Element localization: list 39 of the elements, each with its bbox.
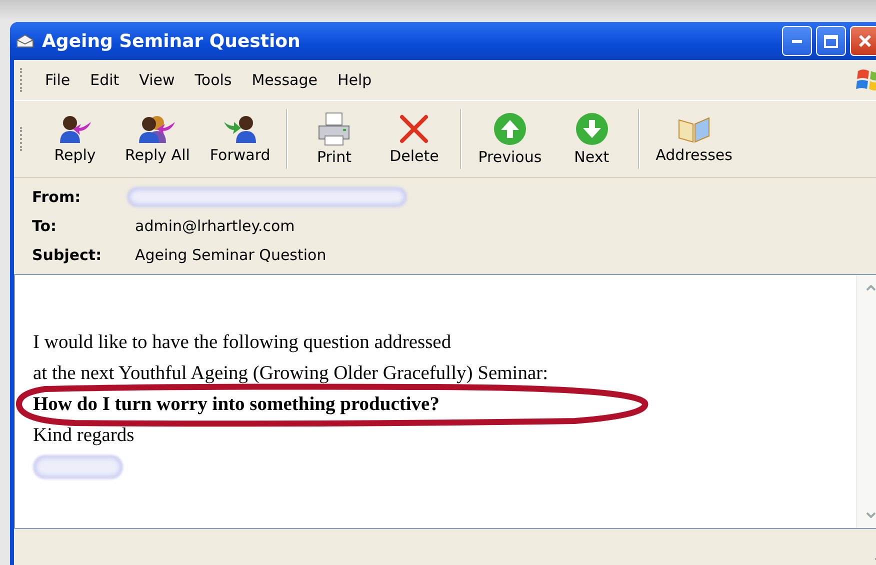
person-arrow-icon bbox=[57, 114, 93, 144]
arrow-person-icon bbox=[222, 114, 258, 144]
toolbar-button[interactable]: Addresses bbox=[646, 110, 742, 168]
field-label: To: bbox=[32, 217, 58, 235]
body-line: at the next Youthful Ageing (Growing Older Gracefully) Seminar: bbox=[33, 362, 548, 386]
scroll-up-icon bbox=[866, 285, 876, 291]
envelope-icon bbox=[16, 34, 34, 48]
toolbar-button[interactable]: Previous bbox=[468, 108, 552, 170]
maximize-icon bbox=[824, 34, 838, 48]
scroll-down-icon bbox=[866, 512, 876, 518]
body-line: I would like to have the following question addressed bbox=[33, 331, 452, 355]
menu-item[interactable]: File bbox=[35, 67, 80, 93]
toolbar-button[interactable]: Reply All bbox=[115, 110, 200, 168]
toolbar-button[interactable]: Forward bbox=[200, 110, 280, 168]
toolbar-button[interactable]: Delete bbox=[374, 109, 454, 169]
windows-flag-icon bbox=[856, 67, 876, 93]
menu-item[interactable]: Help bbox=[327, 67, 382, 93]
delete-icon bbox=[398, 113, 430, 145]
toolbar-button[interactable]: Next bbox=[552, 108, 632, 170]
field-label: Subject: bbox=[32, 246, 103, 264]
field-value: admin@lrhartley.com bbox=[135, 217, 295, 235]
close-button[interactable] bbox=[850, 26, 876, 56]
minimize-icon bbox=[792, 40, 802, 42]
field-label: From: bbox=[32, 188, 82, 206]
field-value: Ageing Seminar Question bbox=[135, 246, 326, 264]
menu-item[interactable]: View bbox=[129, 67, 185, 93]
menu-item[interactable]: Tools bbox=[184, 67, 242, 93]
body-line: How do I turn worry into something productive? bbox=[33, 393, 440, 417]
menu-item[interactable]: Message bbox=[242, 67, 328, 93]
maximize-button[interactable] bbox=[816, 26, 846, 56]
minimize-button[interactable] bbox=[782, 26, 812, 56]
window-title: Ageing Seminar Question bbox=[42, 30, 300, 52]
close-icon bbox=[858, 34, 872, 48]
people-arrow-icon bbox=[137, 114, 178, 144]
printer-icon bbox=[316, 112, 352, 146]
toolbar-button[interactable]: Reply bbox=[35, 110, 115, 168]
menu-item[interactable]: Edit bbox=[80, 67, 130, 93]
toolbar-button[interactable]: Print bbox=[294, 108, 374, 170]
body-line: Kind regards bbox=[33, 424, 134, 448]
